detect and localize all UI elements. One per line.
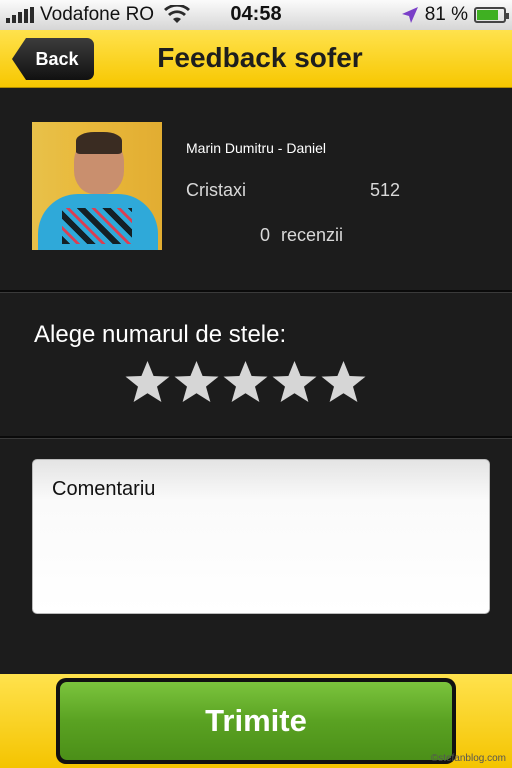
rating-label: Alege numarul de stele: xyxy=(34,321,287,348)
watermark: ©stefanblog.com xyxy=(430,753,506,764)
star-rating xyxy=(124,359,367,405)
status-bar: Vodafone RO 04:58 81 % xyxy=(0,0,512,30)
comment-section: Comentariu xyxy=(0,438,512,674)
review-count-label: recenzii xyxy=(281,225,344,245)
star-icon[interactable] xyxy=(271,359,318,405)
battery-percent: 81 % xyxy=(424,4,468,25)
battery-icon xyxy=(474,7,509,23)
comment-placeholder: Comentariu xyxy=(52,478,156,500)
comment-input[interactable]: Comentariu xyxy=(32,459,490,614)
review-count: 0 recenzii xyxy=(260,225,343,246)
driver-info-section: Marin Dumitru - Daniel Cristaxi 512 0 re… xyxy=(0,88,512,292)
bottom-bar: Trimite ©stefanblog.com xyxy=(0,674,512,768)
driver-name: Marin Dumitru - Daniel xyxy=(186,140,327,156)
page-title: Feedback sofer xyxy=(157,42,363,73)
rating-section: Alege numarul de stele: xyxy=(0,292,512,438)
taxi-company: Cristaxi xyxy=(186,180,247,200)
navigation-bar: Back Feedback sofer xyxy=(0,30,512,88)
submit-button[interactable]: Trimite xyxy=(56,678,456,764)
star-icon[interactable] xyxy=(124,359,171,405)
review-count-number: 0 xyxy=(260,225,271,245)
battery-fill xyxy=(477,10,499,20)
star-icon[interactable] xyxy=(222,359,269,405)
driver-id: 512 xyxy=(370,180,401,200)
submit-button-label: Trimite xyxy=(60,682,452,760)
location-icon xyxy=(401,7,418,23)
star-icon[interactable] xyxy=(320,359,367,405)
driver-photo xyxy=(32,122,162,250)
star-icon[interactable] xyxy=(173,359,220,405)
